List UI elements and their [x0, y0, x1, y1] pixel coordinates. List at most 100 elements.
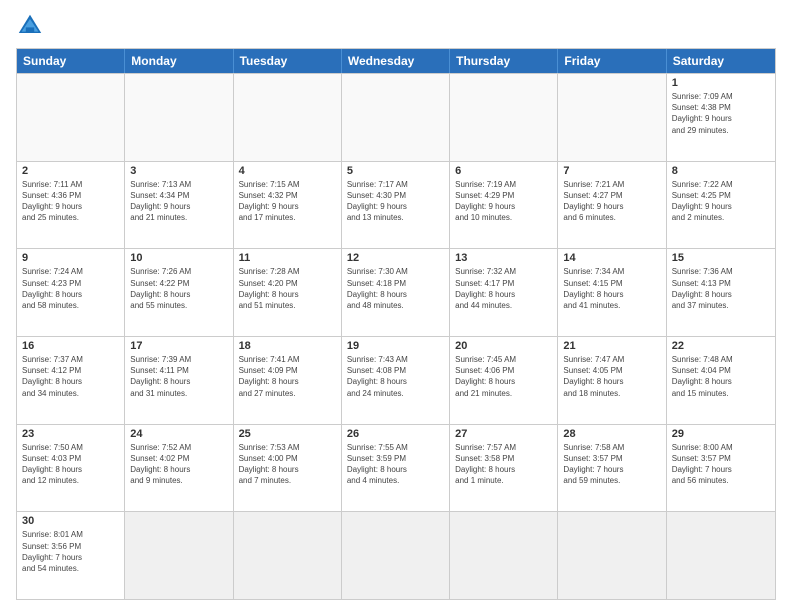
- empty-cell-5-5: [558, 512, 666, 599]
- day-info: Sunrise: 7:17 AM Sunset: 4:30 PM Dayligh…: [347, 179, 444, 224]
- day-cell-5: 5 Sunrise: 7:17 AM Sunset: 4:30 PM Daylig…: [342, 162, 450, 249]
- day-info: Sunrise: 7:32 AM Sunset: 4:17 PM Dayligh…: [455, 266, 552, 311]
- day-info: Sunrise: 7:36 AM Sunset: 4:13 PM Dayligh…: [672, 266, 770, 311]
- day-number: 1: [672, 77, 770, 89]
- day-number: 15: [672, 252, 770, 264]
- day-number: 5: [347, 165, 444, 177]
- day-number: 21: [563, 340, 660, 352]
- empty-cell-5-3: [342, 512, 450, 599]
- weekday-header-tuesday: Tuesday: [234, 49, 342, 73]
- empty-cell-5-4: [450, 512, 558, 599]
- day-cell-11: 11 Sunrise: 7:28 AM Sunset: 4:20 PM Dayli…: [234, 249, 342, 336]
- empty-cell-0-1: [125, 74, 233, 161]
- calendar-row-0: 1Sunrise: 7:09 AM Sunset: 4:38 PM Daylig…: [17, 73, 775, 161]
- empty-cell-5-6: [667, 512, 775, 599]
- day-number: 6: [455, 165, 552, 177]
- weekday-header-friday: Friday: [558, 49, 666, 73]
- day-number: 27: [455, 428, 552, 440]
- day-cell-25: 25 Sunrise: 7:53 AM Sunset: 4:00 PM Dayli…: [234, 425, 342, 512]
- day-cell-9: 9 Sunrise: 7:24 AM Sunset: 4:23 PM Daylig…: [17, 249, 125, 336]
- day-cell-12: 12 Sunrise: 7:30 AM Sunset: 4:18 PM Dayli…: [342, 249, 450, 336]
- day-cell-28: 28Sunrise: 7:58 AM Sunset: 3:57 PM Dayli…: [558, 425, 666, 512]
- calendar-row-3: 16Sunrise: 7:37 AM Sunset: 4:12 PM Dayli…: [17, 336, 775, 424]
- day-cell-29: 29 Sunrise: 8:00 AM Sunset: 3:57 PM Dayli…: [667, 425, 775, 512]
- day-info: Sunrise: 7:30 AM Sunset: 4:18 PM Dayligh…: [347, 266, 444, 311]
- calendar-body: 1Sunrise: 7:09 AM Sunset: 4:38 PM Daylig…: [17, 73, 775, 599]
- day-number: 4: [239, 165, 336, 177]
- day-number: 14: [563, 252, 660, 264]
- day-info: Sunrise: 7:50 AM Sunset: 4:03 PM Dayligh…: [22, 442, 119, 487]
- day-info: Sunrise: 7:45 AM Sunset: 4:06 PM Dayligh…: [455, 354, 552, 399]
- day-cell-17: 17 Sunrise: 7:39 AM Sunset: 4:11 PM Dayli…: [125, 337, 233, 424]
- day-info: Sunrise: 7:57 AM Sunset: 3:58 PM Dayligh…: [455, 442, 552, 487]
- day-cell-3: 3Sunrise: 7:13 AM Sunset: 4:34 PM Daylig…: [125, 162, 233, 249]
- day-number: 9: [22, 252, 119, 264]
- page: SundayMondayTuesdayWednesdayThursdayFrid…: [0, 0, 792, 612]
- day-number: 10: [130, 252, 227, 264]
- day-info: Sunrise: 7:41 AM Sunset: 4:09 PM Dayligh…: [239, 354, 336, 399]
- day-number: 18: [239, 340, 336, 352]
- calendar-row-1: 2 Sunrise: 7:11 AM Sunset: 4:36 PM Daylig…: [17, 161, 775, 249]
- day-info: Sunrise: 7:24 AM Sunset: 4:23 PM Dayligh…: [22, 266, 119, 311]
- day-info: Sunrise: 7:55 AM Sunset: 3:59 PM Dayligh…: [347, 442, 444, 487]
- day-info: Sunrise: 7:11 AM Sunset: 4:36 PM Dayligh…: [22, 179, 119, 224]
- day-cell-27: 27 Sunrise: 7:57 AM Sunset: 3:58 PM Dayli…: [450, 425, 558, 512]
- empty-cell-0-5: [558, 74, 666, 161]
- day-cell-7: 7 Sunrise: 7:21 AM Sunset: 4:27 PM Daylig…: [558, 162, 666, 249]
- day-info: Sunrise: 7:26 AM Sunset: 4:22 PM Dayligh…: [130, 266, 227, 311]
- day-number: 13: [455, 252, 552, 264]
- weekday-header-wednesday: Wednesday: [342, 49, 450, 73]
- day-info: Sunrise: 7:13 AM Sunset: 4:34 PM Dayligh…: [130, 179, 227, 224]
- day-cell-15: 15 Sunrise: 7:36 AM Sunset: 4:13 PM Dayli…: [667, 249, 775, 336]
- day-info: Sunrise: 7:53 AM Sunset: 4:00 PM Dayligh…: [239, 442, 336, 487]
- day-cell-22: 22 Sunrise: 7:48 AM Sunset: 4:04 PM Dayli…: [667, 337, 775, 424]
- day-info: Sunrise: 7:28 AM Sunset: 4:20 PM Dayligh…: [239, 266, 336, 311]
- weekday-header-thursday: Thursday: [450, 49, 558, 73]
- weekday-header-monday: Monday: [125, 49, 233, 73]
- day-info: Sunrise: 7:48 AM Sunset: 4:04 PM Dayligh…: [672, 354, 770, 399]
- day-number: 12: [347, 252, 444, 264]
- day-cell-4: 4Sunrise: 7:15 AM Sunset: 4:32 PM Daylig…: [234, 162, 342, 249]
- day-number: 11: [239, 252, 336, 264]
- day-cell-14: 14 Sunrise: 7:34 AM Sunset: 4:15 PM Dayli…: [558, 249, 666, 336]
- logo: [16, 12, 48, 40]
- calendar-row-2: 9 Sunrise: 7:24 AM Sunset: 4:23 PM Daylig…: [17, 248, 775, 336]
- day-cell-10: 10 Sunrise: 7:26 AM Sunset: 4:22 PM Dayli…: [125, 249, 233, 336]
- day-cell-6: 6Sunrise: 7:19 AM Sunset: 4:29 PM Daylig…: [450, 162, 558, 249]
- day-info: Sunrise: 7:39 AM Sunset: 4:11 PM Dayligh…: [130, 354, 227, 399]
- day-number: 7: [563, 165, 660, 177]
- day-number: 23: [22, 428, 119, 440]
- empty-cell-5-1: [125, 512, 233, 599]
- day-info: Sunrise: 8:00 AM Sunset: 3:57 PM Dayligh…: [672, 442, 770, 487]
- empty-cell-5-2: [234, 512, 342, 599]
- day-number: 22: [672, 340, 770, 352]
- day-number: 26: [347, 428, 444, 440]
- day-cell-20: 20Sunrise: 7:45 AM Sunset: 4:06 PM Dayli…: [450, 337, 558, 424]
- day-cell-13: 13 Sunrise: 7:32 AM Sunset: 4:17 PM Dayli…: [450, 249, 558, 336]
- empty-cell-0-0: [17, 74, 125, 161]
- day-number: 24: [130, 428, 227, 440]
- calendar-row-4: 23 Sunrise: 7:50 AM Sunset: 4:03 PM Dayli…: [17, 424, 775, 512]
- day-number: 29: [672, 428, 770, 440]
- day-info: Sunrise: 7:22 AM Sunset: 4:25 PM Dayligh…: [672, 179, 770, 224]
- day-cell-26: 26 Sunrise: 7:55 AM Sunset: 3:59 PM Dayli…: [342, 425, 450, 512]
- day-cell-24: 24 Sunrise: 7:52 AM Sunset: 4:02 PM Dayli…: [125, 425, 233, 512]
- day-cell-19: 19 Sunrise: 7:43 AM Sunset: 4:08 PM Dayli…: [342, 337, 450, 424]
- day-number: 19: [347, 340, 444, 352]
- weekday-header-saturday: Saturday: [667, 49, 775, 73]
- day-number: 25: [239, 428, 336, 440]
- day-info: Sunrise: 7:34 AM Sunset: 4:15 PM Dayligh…: [563, 266, 660, 311]
- day-info: Sunrise: 7:52 AM Sunset: 4:02 PM Dayligh…: [130, 442, 227, 487]
- day-cell-16: 16Sunrise: 7:37 AM Sunset: 4:12 PM Dayli…: [17, 337, 125, 424]
- day-info: Sunrise: 7:21 AM Sunset: 4:27 PM Dayligh…: [563, 179, 660, 224]
- day-cell-8: 8Sunrise: 7:22 AM Sunset: 4:25 PM Daylig…: [667, 162, 775, 249]
- day-info: Sunrise: 7:47 AM Sunset: 4:05 PM Dayligh…: [563, 354, 660, 399]
- day-number: 2: [22, 165, 119, 177]
- day-info: Sunrise: 7:37 AM Sunset: 4:12 PM Dayligh…: [22, 354, 119, 399]
- calendar-header: SundayMondayTuesdayWednesdayThursdayFrid…: [17, 49, 775, 73]
- day-cell-2: 2 Sunrise: 7:11 AM Sunset: 4:36 PM Daylig…: [17, 162, 125, 249]
- empty-cell-0-2: [234, 74, 342, 161]
- day-number: 17: [130, 340, 227, 352]
- day-cell-18: 18 Sunrise: 7:41 AM Sunset: 4:09 PM Dayli…: [234, 337, 342, 424]
- day-info: Sunrise: 7:43 AM Sunset: 4:08 PM Dayligh…: [347, 354, 444, 399]
